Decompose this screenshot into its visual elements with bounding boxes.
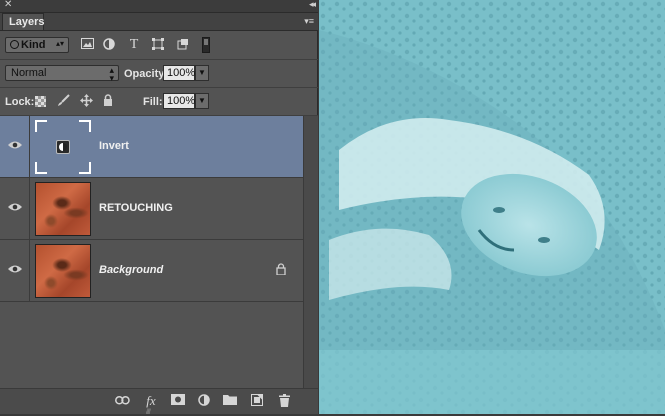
smart-object-filter-icon[interactable]	[176, 38, 190, 52]
tab-layers[interactable]: Layers	[2, 13, 44, 30]
adjustment-filter-icon[interactable]	[102, 38, 116, 52]
eye-icon	[8, 203, 22, 211]
link-layers-icon[interactable]	[114, 394, 130, 408]
lock-paint-icon[interactable]	[56, 94, 70, 108]
add-mask-icon[interactable]	[170, 394, 186, 408]
delete-layer-icon[interactable]	[276, 394, 292, 408]
fx-icon[interactable]: fx	[143, 394, 159, 408]
blend-row: Normal ▴ ▾ Opacity: 100% ▼	[0, 60, 318, 86]
layer-thumbnail	[35, 120, 91, 174]
panel-titlebar: ✕ ◂◂	[0, 0, 318, 13]
layers-bottom-bar: fx ////	[0, 388, 318, 416]
eye-icon	[8, 265, 22, 273]
new-layer-icon[interactable]	[249, 394, 265, 408]
eye-icon	[8, 141, 22, 149]
blend-mode-select[interactable]: Normal ▴ ▾	[5, 65, 119, 83]
lock-transparent-icon[interactable]	[35, 96, 46, 107]
layers-panel: ✕ ◂◂ Layers ▾≡ Kind ▴▾ T Normal ▴ ▾ Opac…	[0, 0, 318, 416]
type-filter-icon[interactable]: T	[127, 38, 141, 52]
invert-adjustment-icon	[56, 140, 70, 154]
layer-row-invert[interactable]: Invert	[0, 116, 303, 178]
visibility-toggle[interactable]	[0, 240, 30, 302]
layer-name[interactable]: Invert	[99, 140, 129, 152]
layer-name[interactable]: Background	[99, 264, 163, 276]
shape-filter-icon[interactable]	[151, 38, 165, 52]
chevron-updown-icon: ▴▾	[55, 39, 64, 48]
new-group-icon[interactable]	[222, 394, 238, 408]
opacity-label: Opacity:	[124, 68, 169, 80]
layers-list: Invert RETOUCHING Background	[0, 116, 303, 388]
visibility-toggle[interactable]	[0, 116, 30, 178]
opacity-dropdown-button[interactable]: ▼	[195, 65, 209, 81]
document-canvas[interactable]	[319, 0, 665, 414]
filter-toggle[interactable]	[202, 37, 210, 53]
new-adjustment-icon[interactable]	[196, 394, 212, 408]
fill-label: Fill:	[143, 96, 163, 108]
layer-row-retouching[interactable]: RETOUCHING	[0, 178, 303, 240]
tab-bar: Layers ▾≡	[0, 13, 318, 31]
collapse-icon[interactable]: ◂◂	[309, 0, 316, 10]
layers-scrollbar[interactable]	[303, 116, 318, 388]
filter-row: Kind ▴▾ T	[0, 32, 318, 58]
filter-kind-label: Kind	[21, 39, 46, 51]
resize-grip[interactable]: ////	[146, 409, 151, 416]
lock-icon	[276, 263, 286, 275]
layer-thumbnail	[35, 244, 91, 298]
lock-row: Lock: Fill: 100% ▼	[0, 88, 318, 114]
lock-all-icon[interactable]	[101, 94, 115, 108]
close-icon[interactable]: ✕	[4, 0, 12, 10]
fill-input[interactable]: 100%	[163, 93, 195, 109]
chevron-updown-icon: ▴▾	[109, 65, 114, 83]
lock-position-icon[interactable]	[79, 94, 93, 108]
layer-name[interactable]: RETOUCHING	[99, 202, 173, 214]
visibility-toggle[interactable]	[0, 178, 30, 240]
layer-row-background[interactable]: Background	[0, 240, 303, 302]
filter-kind-select[interactable]: Kind ▴▾	[5, 37, 69, 53]
layer-thumbnail	[35, 182, 91, 236]
canvas-image	[319, 0, 665, 414]
image-filter-icon[interactable]	[80, 38, 94, 52]
fill-dropdown-button[interactable]: ▼	[195, 93, 209, 109]
panel-menu-icon[interactable]: ▾≡	[304, 16, 314, 27]
opacity-input[interactable]: 100%	[163, 65, 195, 81]
blend-mode-value: Normal	[11, 67, 47, 79]
search-icon	[10, 40, 19, 49]
lock-label: Lock:	[5, 96, 35, 108]
